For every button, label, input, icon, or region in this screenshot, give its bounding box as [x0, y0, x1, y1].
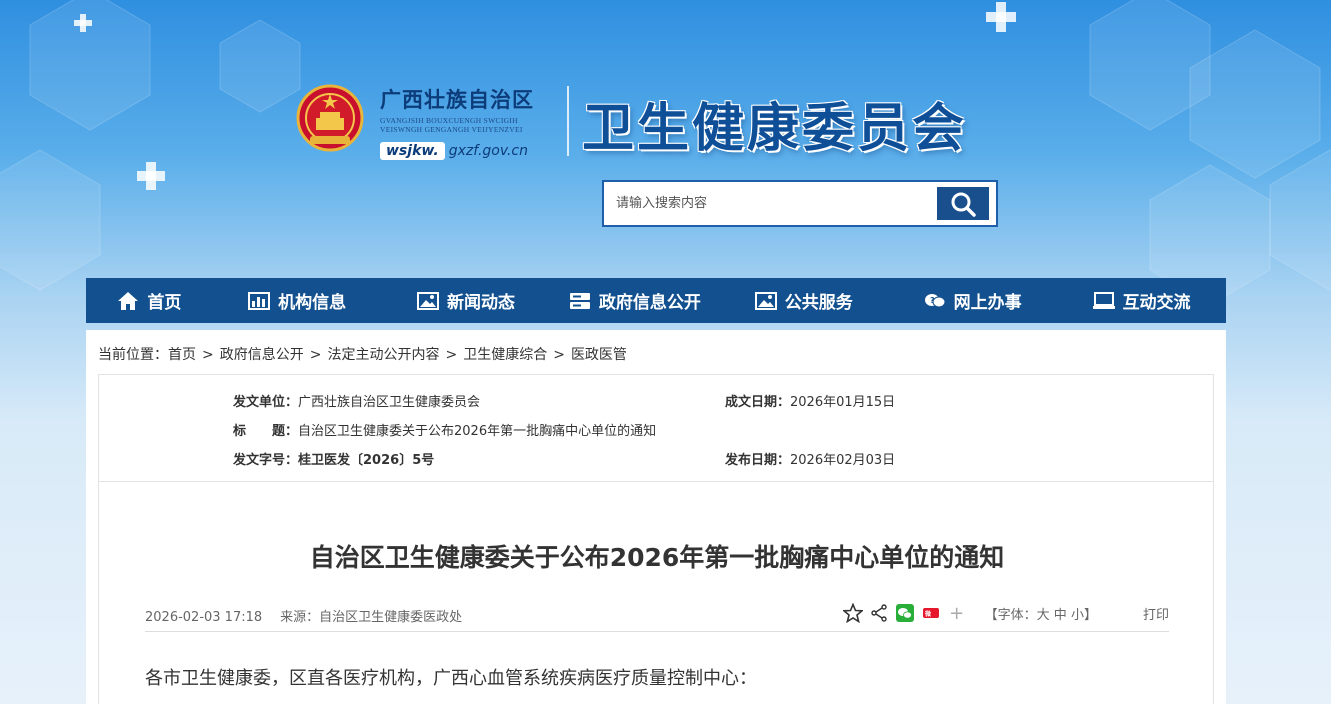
breadcrumb-item[interactable]: 卫生健康综合: [463, 347, 547, 363]
meta-publish-value: 2026年02月03日: [790, 453, 896, 468]
org-name-latin: GVANGJSIH BOUXCUENGH SWCIGIH VEISWNGH GE…: [380, 116, 560, 134]
breadcrumb-prefix: 当前位置：: [98, 347, 168, 363]
meta-date-value: 2026年01月15日: [790, 395, 896, 410]
search-input[interactable]: [610, 188, 940, 219]
article-info-bar: 2026-02-03 17:18 来源：自治区卫生健康委医政处 微 + 【字体：大…: [145, 600, 1169, 632]
breadcrumb: 当前位置：首页 > 政府信息公开 > 法定主动公开内容 > 卫生健康综合 > 医政医管: [98, 344, 627, 364]
font-medium-button[interactable]: 中: [1054, 608, 1067, 623]
star-icon[interactable]: [842, 603, 863, 623]
url-domain: gxzf.gov.cn: [448, 143, 529, 159]
nav-label-news: 新闻动态: [447, 293, 515, 313]
meta-title: 标 题：自治区卫生健康委关于公布2026年第一批胸痛中心单位的通知: [233, 420, 656, 439]
wechat-icon[interactable]: [895, 603, 915, 623]
font-large-button[interactable]: 大: [1037, 608, 1050, 623]
monitor-icon: [1092, 291, 1115, 309]
nav-label-online-service: 网上办事: [953, 293, 1022, 313]
chat-icon: ?: [924, 293, 946, 307]
nav-item-org-info[interactable]: 机构信息: [213, 278, 382, 323]
meta-title-value: 自治区卫生健康委关于公布2026年第一批胸痛中心单位的通知: [298, 424, 657, 439]
meta-publish-label: 发布日期：: [725, 453, 791, 468]
meta-publish-date: 发布日期：2026年02月03日: [725, 449, 895, 468]
org-name-block: 广西壮族自治区 GVANGJSIH BOUXCUENGH SWCIGIH VEI…: [380, 84, 560, 160]
breadcrumb-separator: >: [309, 347, 322, 363]
image-icon: [417, 291, 439, 310]
site-header: 广西壮族自治区 GVANGJSIH BOUXCUENGH SWCIGIH VEI…: [0, 0, 1331, 270]
national-emblem-icon: [296, 84, 364, 152]
breadcrumb-separator: >: [202, 347, 214, 363]
nav-label-public-service: 公共服务: [784, 293, 853, 313]
breadcrumb-item[interactable]: 首页: [168, 347, 196, 363]
url-prefix: wsjkw.: [380, 142, 445, 160]
breadcrumb-separator: >: [553, 347, 565, 363]
weibo-icon[interactable]: 微: [921, 603, 941, 623]
nav-item-online-service[interactable]: ? 网上办事: [888, 278, 1057, 323]
article: 自治区卫生健康委关于公布2026年第一批胸痛中心单位的通知 2026-02-03…: [98, 482, 1214, 704]
breadcrumb-item[interactable]: 医政医管: [571, 347, 627, 363]
document-meta: 发文单位：广西壮族自治区卫生健康委员会 成文日期：2026年01月15日 标 题…: [98, 374, 1214, 482]
nav-item-news[interactable]: 新闻动态: [382, 278, 551, 323]
nav-item-home[interactable]: 首页: [86, 278, 213, 323]
article-tools: 微 + 【字体：大 中 小】 打印: [842, 603, 1169, 624]
header-divider: [567, 86, 569, 156]
meta-issuer-value: 广西壮族自治区卫生健康委员会: [298, 395, 481, 410]
main-nav: 首页 机构信息 新闻动态 政府信息公开 公共服务 ? 网上办事 互动交流: [86, 278, 1226, 323]
svg-text:?: ?: [930, 296, 935, 305]
nav-item-public-service[interactable]: 公共服务: [719, 278, 888, 323]
article-datetime: 2026-02-03 17:18: [145, 610, 263, 625]
article-title: 自治区卫生健康委关于公布2026年第一批胸痛中心单位的通知: [309, 543, 1005, 572]
article-info: 2026-02-03 17:18 来源：自治区卫生健康委医政处: [145, 606, 462, 625]
breadcrumb-separator: >: [445, 347, 458, 363]
org-name: 广西壮族自治区: [380, 87, 534, 112]
search-icon: [951, 192, 976, 217]
search-button[interactable]: [937, 187, 989, 220]
search-box: [602, 180, 998, 227]
meta-docno-value: 桂卫医发〔2026〕5号: [298, 453, 435, 468]
main-content: 当前位置：首页 > 政府信息公开 > 法定主动公开内容 > 卫生健康综合 > 医政医管 发文单位…: [86, 330, 1226, 704]
svg-text:微: 微: [924, 610, 932, 618]
meta-title-label: 标 题：: [233, 424, 299, 439]
nav-label-org-info: 机构信息: [278, 293, 347, 313]
font-label: 【字体：: [984, 607, 1037, 623]
site-url: wsjkw. gxzf.gov.cn: [380, 142, 560, 160]
breadcrumb-item[interactable]: 政府信息公开: [220, 347, 304, 363]
server-icon: [569, 292, 590, 309]
nav-item-gov-info[interactable]: 政府信息公开: [550, 278, 719, 323]
font-label-close: 】: [1083, 607, 1097, 623]
more-share-plus-icon[interactable]: +: [947, 603, 967, 624]
image-icon: [754, 291, 777, 310]
nav-item-interaction[interactable]: 互动交流: [1057, 278, 1226, 323]
meta-written-date: 成文日期：2026年01月15日: [725, 391, 895, 410]
meta-issuer: 发文单位：广西壮族自治区卫生健康委员会: [233, 391, 480, 410]
home-icon: [118, 291, 139, 310]
org-latin-line-1: GVANGJSIH BOUXCUENGH SWCIGIH: [380, 116, 518, 125]
font-small-button[interactable]: 小: [1071, 608, 1084, 623]
print-button[interactable]: 打印: [1143, 604, 1169, 623]
meta-docno: 发文字号：桂卫医发〔2026〕5号: [233, 449, 434, 468]
share-icon[interactable]: [869, 603, 889, 623]
nav-label-home: 首页: [147, 293, 182, 313]
org-latin-line-2: VEISWNGH GENGANGH VEIJYENZVEI: [380, 125, 523, 134]
meta-date-label: 成文日期：: [725, 395, 791, 410]
meta-issuer-label: 发文单位：: [233, 395, 299, 410]
article-source: 来源：自治区卫生健康委医政处: [280, 610, 463, 625]
article-body-first-line: 各市卫生健康委，区直各医疗机构，广西心血管系统疾病医疗质量控制中心：: [145, 668, 757, 689]
nav-label-interaction: 互动交流: [1122, 293, 1191, 313]
font-size-control: 【字体：大 中 小】: [985, 604, 1097, 623]
bar-chart-icon: [248, 291, 271, 310]
site-title: 卫生健康委员会: [582, 98, 968, 159]
meta-docno-label: 发文字号：: [233, 453, 299, 468]
breadcrumb-item[interactable]: 法定主动公开内容: [327, 347, 439, 363]
nav-label-gov-info: 政府信息公开: [598, 293, 701, 313]
